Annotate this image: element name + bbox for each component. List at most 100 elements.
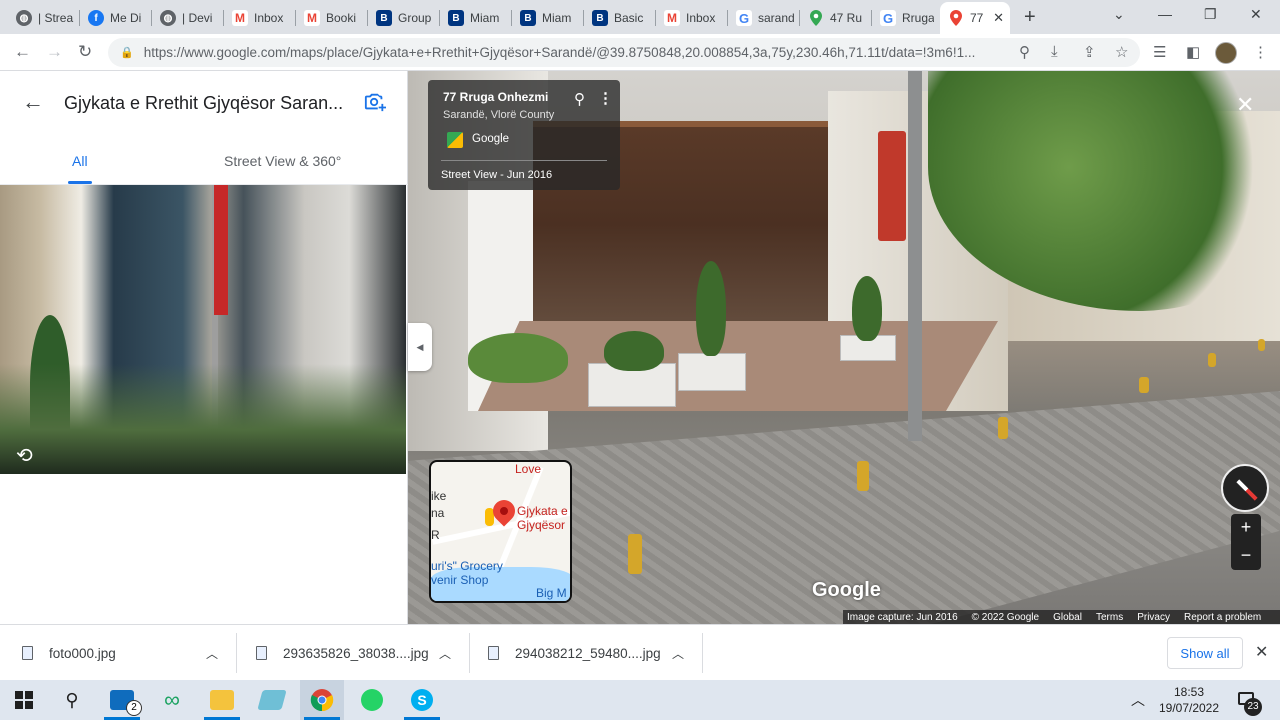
- browser-tab[interactable]: 47 Ru: [800, 2, 872, 34]
- zoom-out-button[interactable]: −: [1231, 542, 1261, 570]
- browser-tab[interactable]: B Group: [368, 2, 440, 34]
- add-photo-icon[interactable]: [364, 91, 386, 113]
- sv-cypress: [696, 261, 726, 356]
- file-explorer-icon[interactable]: [200, 680, 244, 720]
- infinity-app-icon[interactable]: ∞: [150, 680, 194, 720]
- divider: [469, 633, 470, 673]
- forward-icon[interactable]: →: [46, 42, 63, 62]
- browser-tab[interactable]: f Me Di: [80, 2, 152, 34]
- reload-icon[interactable]: ↻: [78, 42, 92, 62]
- browser-tab[interactable]: Gsarand: [728, 2, 800, 34]
- new-tab-button[interactable]: +: [1024, 6, 1036, 29]
- show-hidden-icons[interactable]: ︿: [1131, 690, 1145, 710]
- back-icon[interactable]: ←: [14, 42, 31, 62]
- browser-tab[interactable]: ◍ | Devi: [152, 2, 224, 34]
- address-bar[interactable]: 🔒 https://www.google.com/maps/place/Gjyk…: [108, 38, 1140, 67]
- image-file-icon: [488, 646, 499, 660]
- menu-icon[interactable]: ⋮: [1253, 43, 1268, 61]
- restore-button[interactable]: ❐: [1204, 6, 1217, 23]
- browser-tab[interactable]: B Basic: [584, 2, 656, 34]
- browser-tab-active[interactable]: 77 ✕: [940, 2, 1010, 34]
- minimap[interactable]: Love ike na Gjykata e Gjyqësor R uri's" …: [429, 460, 572, 603]
- map-pin-icon[interactable]: ⚲: [574, 90, 585, 108]
- tab-street-view[interactable]: Street View & 360°: [224, 153, 341, 169]
- divider: [236, 633, 237, 673]
- media-icon[interactable]: ☰: [1153, 43, 1166, 61]
- profile-avatar[interactable]: [1215, 42, 1237, 64]
- footer-privacy-link[interactable]: Privacy: [1137, 612, 1170, 623]
- footer-terms-link[interactable]: Terms: [1096, 612, 1123, 623]
- side-panel-icon[interactable]: ◧: [1186, 43, 1200, 61]
- place-photo[interactable]: ⟲: [0, 185, 406, 474]
- browser-tab[interactable]: B Miam: [440, 2, 512, 34]
- app-icon[interactable]: [250, 680, 294, 720]
- whatsapp-icon[interactable]: [350, 680, 394, 720]
- skype-icon[interactable]: S: [400, 680, 444, 720]
- browser-tab[interactable]: B Miam: [512, 2, 584, 34]
- back-arrow-icon[interactable]: ←: [22, 89, 44, 115]
- location-icon[interactable]: ⚲: [1019, 43, 1030, 61]
- install-icon[interactable]: ⤓: [1051, 43, 1058, 60]
- sv-plant: [604, 331, 664, 371]
- clock-date: 19/07/2022: [1158, 701, 1220, 715]
- sv-locality: Sarandë, Vlorë County: [443, 109, 555, 121]
- download-item[interactable]: 293635826_38038....jpg: [256, 625, 429, 681]
- map-label: R: [431, 528, 440, 542]
- download-item[interactable]: foto000.jpg: [22, 625, 116, 681]
- sv-banner: [878, 131, 906, 241]
- map-label: na: [431, 506, 445, 520]
- tab-all[interactable]: All: [72, 153, 88, 169]
- compass-icon[interactable]: [1221, 464, 1269, 512]
- show-all-button[interactable]: Show all: [1167, 637, 1243, 669]
- mail-app-icon[interactable]: 2: [100, 680, 144, 720]
- footer-global-link[interactable]: Global: [1053, 612, 1082, 623]
- map-label: Big M: [536, 586, 567, 600]
- share-icon[interactable]: ⇪: [1083, 43, 1096, 61]
- close-window-button[interactable]: ✕: [1250, 6, 1262, 23]
- booking-icon: B: [592, 10, 608, 26]
- more-options-icon[interactable]: ⋮: [598, 89, 613, 107]
- download-filename: 293635826_38038....jpg: [283, 645, 429, 661]
- bookmark-star-icon[interactable]: ☆: [1115, 43, 1128, 61]
- maps-icon: [808, 10, 824, 26]
- divider: [441, 160, 607, 161]
- close-street-view-icon[interactable]: ✕: [1236, 92, 1254, 118]
- minimize-button[interactable]: —: [1158, 6, 1172, 22]
- browser-tab[interactable]: ◍ | Strea: [8, 2, 80, 34]
- chevron-up-icon[interactable]: ︿: [439, 645, 451, 662]
- close-download-bar-icon[interactable]: ✕: [1255, 642, 1268, 662]
- chevron-up-icon[interactable]: ︿: [206, 645, 218, 662]
- booking-icon: B: [448, 10, 464, 26]
- chevron-up-icon[interactable]: ︿: [672, 645, 684, 662]
- chrome-icon[interactable]: [300, 680, 344, 720]
- tab-search-icon[interactable]: ⌄: [1113, 6, 1125, 23]
- divider: [702, 633, 703, 673]
- browser-toolbar: ← → ↻ 🔒 https://www.google.com/maps/plac…: [0, 34, 1280, 71]
- gmail-icon: M: [232, 10, 248, 26]
- browser-tab[interactable]: G Rruga: [872, 2, 940, 34]
- taskbar-clock[interactable]: 18:53 19/07/2022: [1156, 684, 1222, 716]
- active-tab-indicator: [68, 181, 92, 184]
- collapse-panel-button[interactable]: ◀: [408, 323, 432, 371]
- google-watermark: Google: [812, 579, 881, 601]
- close-tab-icon[interactable]: ✕: [993, 10, 1004, 26]
- maps-icon: [948, 10, 964, 26]
- photo-flag: [214, 185, 228, 315]
- search-icon[interactable]: ⚲: [50, 680, 94, 720]
- place-panel: ← Gjykata e Rrethit Gjyqësor Saran... Al…: [0, 71, 408, 624]
- street-view-footer: Image capture: Jun 2016 © 2022 Google Gl…: [843, 610, 1280, 624]
- 360-rotate-icon: ⟲: [16, 445, 33, 467]
- sv-capture-date[interactable]: Street View - Jun 2016: [441, 169, 552, 181]
- start-button[interactable]: [2, 680, 46, 720]
- footer-report-link[interactable]: Report a problem: [1184, 612, 1261, 623]
- clock-time: 18:53: [1173, 685, 1205, 699]
- zoom-in-button[interactable]: +: [1231, 514, 1261, 542]
- browser-tab[interactable]: M Inbox: [656, 2, 728, 34]
- browser-tab[interactable]: M Booki: [296, 2, 368, 34]
- download-item[interactable]: 294038212_59480....jpg: [488, 625, 661, 681]
- google-icon: G: [736, 10, 752, 26]
- map-label: Gjykata e: [517, 504, 568, 518]
- browser-tab[interactable]: M Inbox: [224, 2, 296, 34]
- image-file-icon: [256, 646, 267, 660]
- map-label: ike: [431, 489, 447, 503]
